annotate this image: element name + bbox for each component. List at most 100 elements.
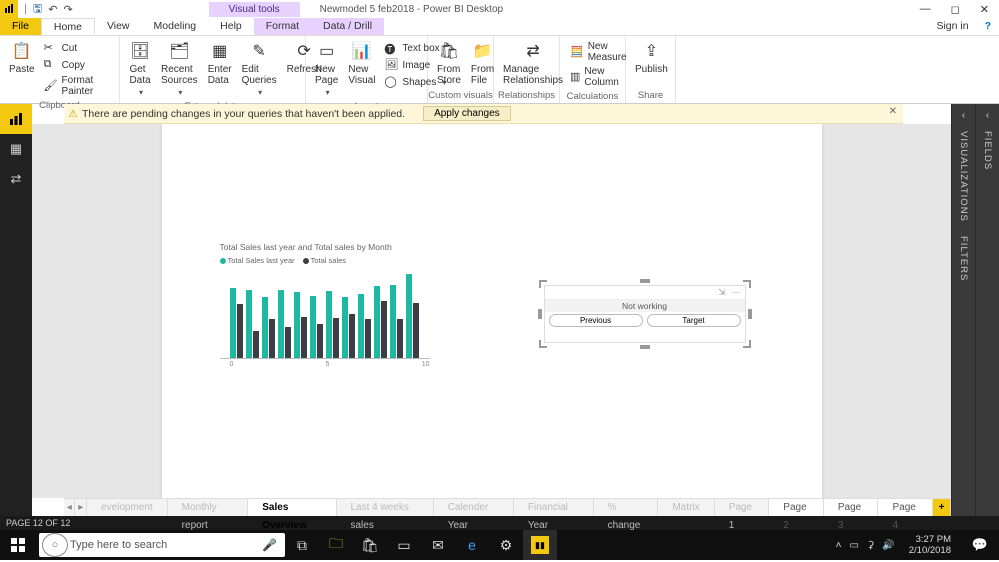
page-tab[interactable]: Last 4 weeks sales (337, 499, 434, 516)
recent-sources-button[interactable]: 🗂Recent Sources (156, 38, 203, 99)
enter-data-button[interactable]: ▦Enter Data (203, 38, 237, 88)
tray-wifi-icon[interactable]: ⚳ (867, 540, 874, 551)
copy-button[interactable]: ⧉Copy (40, 57, 115, 73)
cortana-icon[interactable]: ○ (42, 533, 68, 557)
page-tab-next[interactable]: ▸ (75, 499, 86, 516)
chevron-left-icon[interactable]: ‹ (962, 110, 965, 121)
tray-chevron-icon[interactable]: ˄ (836, 540, 842, 551)
maximize-icon[interactable]: ◻ (951, 3, 960, 16)
chart-x-axis: 0 5 10 (220, 359, 440, 368)
page-tab[interactable]: Page 1 (715, 499, 770, 516)
pane-visualizations[interactable]: ‹ VISUALIZATIONS FILTERS (951, 104, 975, 516)
publish-button[interactable]: ⇪Publish (630, 38, 673, 77)
page-tab[interactable]: Financial Year (514, 499, 594, 516)
powerbi-logo-icon (0, 0, 18, 18)
cut-button[interactable]: ✂Cut (40, 40, 115, 56)
canvas-area: Total Sales last year and Total sales by… (32, 124, 951, 498)
nav-report-icon[interactable] (0, 104, 32, 134)
search-placeholder: Type here to search (70, 539, 254, 551)
taskbar-store-icon[interactable]: 🛍 (353, 530, 387, 560)
tab-datadrill[interactable]: Data / Drill (311, 18, 384, 35)
taskbar-edge-icon[interactable]: e (455, 530, 489, 560)
taskbar-calendar-icon[interactable]: ▭ (387, 530, 421, 560)
group-custom-visuals: Custom visuals (428, 90, 493, 103)
status-bar: PAGE 12 OF 12 (0, 516, 999, 530)
warning-bar: ⚠ There are pending changes in your quer… (64, 104, 903, 124)
new-measure-button[interactable]: 🧮New Measure (566, 40, 631, 64)
tray-volume-icon[interactable]: 🔊 (882, 540, 894, 551)
tab-file[interactable]: File (0, 18, 41, 35)
windows-taskbar: ○ Type here to search 🎤 ⧉ 🗀 🛍 ▭ ✉ e ⚙ ▮▮… (0, 530, 999, 560)
document-title: Newmodel 5 feb2018 - Power BI Desktop (320, 4, 503, 15)
paste-button[interactable]: 📋Paste (4, 38, 40, 77)
report-canvas[interactable]: Total Sales last year and Total sales by… (162, 124, 822, 498)
nav-model-icon[interactable]: ⇄ (0, 164, 32, 194)
quick-access-toolbar: | 🖫 ↶ ↷ (18, 0, 79, 19)
warning-text: There are pending changes in your querie… (82, 108, 405, 120)
group-relationships: Relationships (494, 90, 559, 103)
nav-data-icon[interactable]: ▦ (0, 134, 32, 164)
page-tab[interactable]: Page 2 (769, 499, 824, 516)
contextual-tab-label: Visual tools (209, 2, 300, 17)
group-share: Share (626, 90, 675, 103)
chart-title: Total Sales last year and Total sales by… (220, 242, 440, 252)
page-tab[interactable]: % change (594, 499, 659, 516)
undo-icon[interactable]: ↶ (48, 3, 57, 16)
left-nav: ▦ ⇄ (0, 104, 32, 516)
close-icon[interactable]: ✕ (980, 3, 989, 16)
title-bar: | 🖫 ↶ ↷ Visual tools Newmodel 5 feb2018 … (0, 0, 999, 18)
redo-icon[interactable]: ↷ (63, 3, 72, 16)
taskbar-explorer-icon[interactable]: 🗀 (319, 530, 353, 560)
taskbar-powerbi-icon[interactable]: ▮▮ (523, 530, 557, 560)
pane-fields[interactable]: ‹ FIELDS (975, 104, 999, 516)
task-view-icon[interactable]: ⧉ (285, 530, 319, 560)
page-tabs: ◂ ▸ evelopment Monthly report Sales Over… (64, 498, 951, 516)
chart-legend: Total Sales last year Total sales (220, 256, 440, 265)
get-data-button[interactable]: 🗄Get Data (124, 38, 156, 99)
notification-icon[interactable]: 💬 (965, 530, 995, 560)
mic-icon[interactable]: 🎤 (254, 538, 285, 552)
tray-battery-icon[interactable]: ▭ (850, 540, 859, 551)
taskbar-mail-icon[interactable]: ✉ (421, 530, 455, 560)
taskbar-app-icon[interactable]: ⚙ (489, 530, 523, 560)
warning-close-icon[interactable]: ✕ (889, 106, 897, 117)
chart-visual[interactable]: Total Sales last year and Total sales by… (220, 242, 440, 368)
ribbon-tabs: File Home View Modeling Help Format Data… (0, 18, 999, 36)
tab-home[interactable]: Home (41, 18, 95, 35)
format-painter-button[interactable]: 🖌Format Painter (40, 74, 115, 98)
page-tab-prev[interactable]: ◂ (64, 499, 75, 516)
slicer-visual[interactable]: ⇲ ⋯ Not working Previous Target (544, 285, 746, 343)
ribbon: 📋Paste ✂Cut ⧉Copy 🖌Format Painter Clipbo… (0, 36, 999, 104)
page-tab[interactable]: Page 4 (878, 499, 933, 516)
start-button[interactable] (0, 530, 36, 560)
new-visual-button[interactable]: 📊New Visual (343, 38, 380, 88)
taskbar-search[interactable]: ○ Type here to search 🎤 (39, 533, 285, 557)
page-tab-add[interactable]: + (933, 499, 951, 516)
page-tab-active[interactable]: Sales Overview (248, 499, 336, 516)
tab-view[interactable]: View (95, 18, 142, 35)
page-tab[interactable]: Calender Year (434, 499, 514, 516)
sign-in-link[interactable]: Sign in (928, 18, 976, 35)
page-tab[interactable]: Page 3 (824, 499, 879, 516)
from-store-button[interactable]: 🛍From Store (432, 38, 466, 88)
taskbar-clock[interactable]: 3:27 PM 2/10/2018 (903, 534, 957, 556)
tab-help[interactable]: Help (208, 18, 254, 35)
apply-changes-button[interactable]: Apply changes (423, 106, 511, 121)
manage-relationships-button[interactable]: ⇄Manage Relationships (498, 38, 568, 88)
new-page-button[interactable]: ▭New Page (310, 38, 343, 99)
right-panels: ‹ VISUALIZATIONS FILTERS ‹ FIELDS (951, 104, 999, 516)
tab-format[interactable]: Format (254, 18, 311, 35)
page-tab[interactable]: Matrix (658, 499, 714, 516)
minimize-icon[interactable]: — (920, 3, 931, 16)
workspace: ▦ ⇄ ⚠ There are pending changes in your … (0, 104, 999, 516)
page-tab[interactable]: evelopment (87, 499, 168, 516)
new-column-button[interactable]: ▥New Column (566, 65, 631, 89)
warning-icon: ⚠ (64, 108, 82, 120)
help-icon[interactable]: ? (977, 18, 999, 35)
page-tab[interactable]: Monthly report (168, 499, 249, 516)
tab-modeling[interactable]: Modeling (142, 18, 209, 35)
edit-queries-button[interactable]: ✎Edit Queries (237, 38, 282, 99)
save-icon[interactable]: 🖫 (33, 0, 42, 19)
group-calculations: Calculations (560, 91, 625, 104)
chevron-left-icon[interactable]: ‹ (986, 110, 989, 121)
